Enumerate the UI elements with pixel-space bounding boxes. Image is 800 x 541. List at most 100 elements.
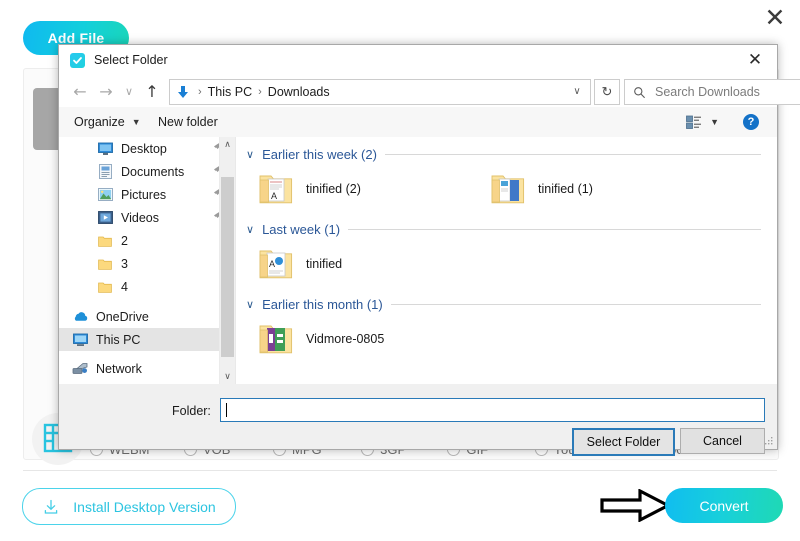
convert-label: Convert bbox=[699, 498, 748, 514]
breadcrumb-downloads[interactable]: Downloads bbox=[268, 85, 330, 99]
chevron-down-icon[interactable]: ∨ bbox=[246, 223, 254, 236]
folder-icon bbox=[97, 233, 113, 249]
folder-icon bbox=[97, 279, 113, 295]
close-icon[interactable]: ✕ bbox=[761, 4, 789, 32]
change-view-button[interactable]: ▼ bbox=[686, 107, 719, 137]
folder-doc-icon: A bbox=[258, 172, 294, 206]
file-tile-row: A tinified (2) bbox=[236, 166, 777, 212]
install-label: Install Desktop Version bbox=[73, 499, 215, 515]
sidebar-scrollbar[interactable]: ∧ ∨ bbox=[219, 137, 235, 384]
chevron-down-icon: ▼ bbox=[132, 117, 141, 127]
sidebar-item-pictures[interactable]: Pictures bbox=[59, 183, 235, 206]
network-icon bbox=[72, 361, 88, 377]
address-bar[interactable]: › This PC › Downloads ∨ bbox=[169, 79, 591, 105]
resize-grip-icon[interactable] bbox=[764, 436, 774, 446]
svg-text:A: A bbox=[271, 191, 277, 201]
pointer-arrow-icon bbox=[600, 489, 670, 522]
cancel-button[interactable]: Cancel bbox=[680, 428, 765, 454]
group-label: Earlier this week (2) bbox=[262, 147, 377, 162]
sidebar-item-onedrive[interactable]: OneDrive bbox=[59, 305, 235, 328]
downloads-arrow-icon bbox=[176, 85, 190, 99]
group-rule bbox=[348, 229, 761, 230]
sidebar-item-label: Documents bbox=[121, 165, 184, 179]
scroll-up-icon[interactable]: ∧ bbox=[220, 137, 235, 152]
file-tile-row: Vidmore-0805 bbox=[236, 316, 777, 362]
select-folder-label: Select Folder bbox=[587, 435, 661, 449]
text-cursor bbox=[226, 403, 227, 417]
forward-icon[interactable]: → bbox=[93, 75, 119, 107]
file-tile[interactable]: A tinified (2) bbox=[258, 166, 490, 212]
sidebar-item-network[interactable]: Network bbox=[59, 357, 235, 380]
chevron-down-icon[interactable]: ∨ bbox=[564, 80, 590, 102]
organize-label: Organize bbox=[74, 115, 125, 129]
select-folder-dialog: Select Folder ✕ ← → ∨ ↑ › This PC › Down… bbox=[58, 44, 778, 450]
select-folder-button[interactable]: Select Folder bbox=[572, 428, 675, 456]
file-list-pane[interactable]: ∨ Earlier this week (2) bbox=[235, 137, 777, 384]
folder-doc-icon bbox=[490, 172, 526, 206]
group-rule bbox=[385, 154, 761, 155]
sidebar-item-label: 2 bbox=[121, 234, 128, 248]
help-icon[interactable]: ? bbox=[743, 114, 759, 130]
breadcrumb-this-pc[interactable]: This PC bbox=[208, 85, 252, 99]
desktop-icon bbox=[97, 141, 113, 157]
chevron-down-icon: ▼ bbox=[710, 117, 719, 127]
up-icon[interactable]: ↑ bbox=[139, 75, 165, 107]
pictures-icon bbox=[97, 187, 113, 203]
dialog-footer: Folder: Select Folder Cancel bbox=[59, 384, 777, 449]
sidebar-item-this-pc[interactable]: This PC bbox=[59, 328, 235, 351]
new-folder-button[interactable]: New folder bbox=[158, 107, 218, 137]
dialog-title: Select Folder bbox=[94, 53, 168, 67]
folder-doc-icon bbox=[258, 322, 294, 356]
search-placeholder: Search Downloads bbox=[655, 85, 760, 99]
sidebar-item-folder-2[interactable]: 2 bbox=[59, 229, 235, 252]
sidebar-item-label: This PC bbox=[96, 333, 140, 347]
dialog-title-bar[interactable]: Select Folder ✕ bbox=[59, 45, 777, 75]
scrollbar-thumb[interactable] bbox=[221, 177, 234, 357]
search-icon bbox=[633, 86, 646, 99]
download-icon bbox=[42, 498, 60, 516]
sidebar-item-label: Pictures bbox=[121, 188, 166, 202]
group-label: Last week (1) bbox=[262, 222, 340, 237]
organize-button[interactable]: Organize ▼ bbox=[74, 107, 141, 137]
group-rule bbox=[391, 304, 761, 305]
folder-field-label: Folder: bbox=[172, 404, 211, 418]
thispc-icon bbox=[72, 332, 88, 348]
convert-button[interactable]: Convert bbox=[665, 488, 783, 523]
folder-doc-icon: A bbox=[258, 247, 294, 281]
navigation-pane: Desktop Docu bbox=[59, 137, 235, 384]
breadcrumb-separator: › bbox=[252, 86, 268, 98]
footer-divider bbox=[23, 470, 777, 471]
videos-icon bbox=[97, 210, 113, 226]
folder-input[interactable] bbox=[220, 398, 765, 422]
chevron-down-icon[interactable]: ∨ bbox=[246, 148, 254, 161]
file-name: Vidmore-0805 bbox=[306, 332, 384, 346]
file-tile[interactable]: tinified (1) bbox=[490, 166, 722, 212]
sidebar-item-folder-4[interactable]: 4 bbox=[59, 275, 235, 298]
file-tile[interactable]: A tinified bbox=[258, 241, 490, 287]
new-folder-label: New folder bbox=[158, 115, 218, 129]
scroll-down-icon[interactable]: ∨ bbox=[220, 369, 235, 384]
recent-locations-icon[interactable]: ∨ bbox=[119, 75, 139, 107]
command-bar: Organize ▼ New folder ▼ ? bbox=[59, 107, 777, 138]
group-header-earlier-this-week[interactable]: ∨ Earlier this week (2) bbox=[236, 147, 777, 162]
sidebar-item-documents[interactable]: Documents bbox=[59, 160, 235, 183]
chevron-down-icon[interactable]: ∨ bbox=[246, 298, 254, 311]
search-input[interactable]: Search Downloads bbox=[624, 79, 800, 105]
back-icon[interactable]: ← bbox=[67, 75, 93, 107]
sidebar-item-label: Network bbox=[96, 362, 142, 376]
sidebar-item-label: 3 bbox=[121, 257, 128, 271]
group-header-earlier-this-month[interactable]: ∨ Earlier this month (1) bbox=[236, 297, 777, 312]
install-desktop-version-button[interactable]: Install Desktop Version bbox=[22, 488, 236, 525]
group-label: Earlier this month (1) bbox=[262, 297, 383, 312]
sidebar-item-videos[interactable]: Videos bbox=[59, 206, 235, 229]
sidebar-item-desktop[interactable]: Desktop bbox=[59, 137, 235, 160]
refresh-icon[interactable]: ↻ bbox=[594, 79, 620, 105]
app-checkmark-icon bbox=[70, 53, 85, 68]
file-tile[interactable]: Vidmore-0805 bbox=[258, 316, 490, 362]
group-header-last-week[interactable]: ∨ Last week (1) bbox=[236, 222, 777, 237]
dialog-close-icon[interactable]: ✕ bbox=[733, 45, 777, 75]
sidebar-item-folder-3[interactable]: 3 bbox=[59, 252, 235, 275]
cancel-label: Cancel bbox=[703, 434, 742, 448]
svg-text:A: A bbox=[269, 259, 275, 269]
navigation-bar: ← → ∨ ↑ › This PC › Downloads ∨ ↻ bbox=[59, 75, 777, 107]
